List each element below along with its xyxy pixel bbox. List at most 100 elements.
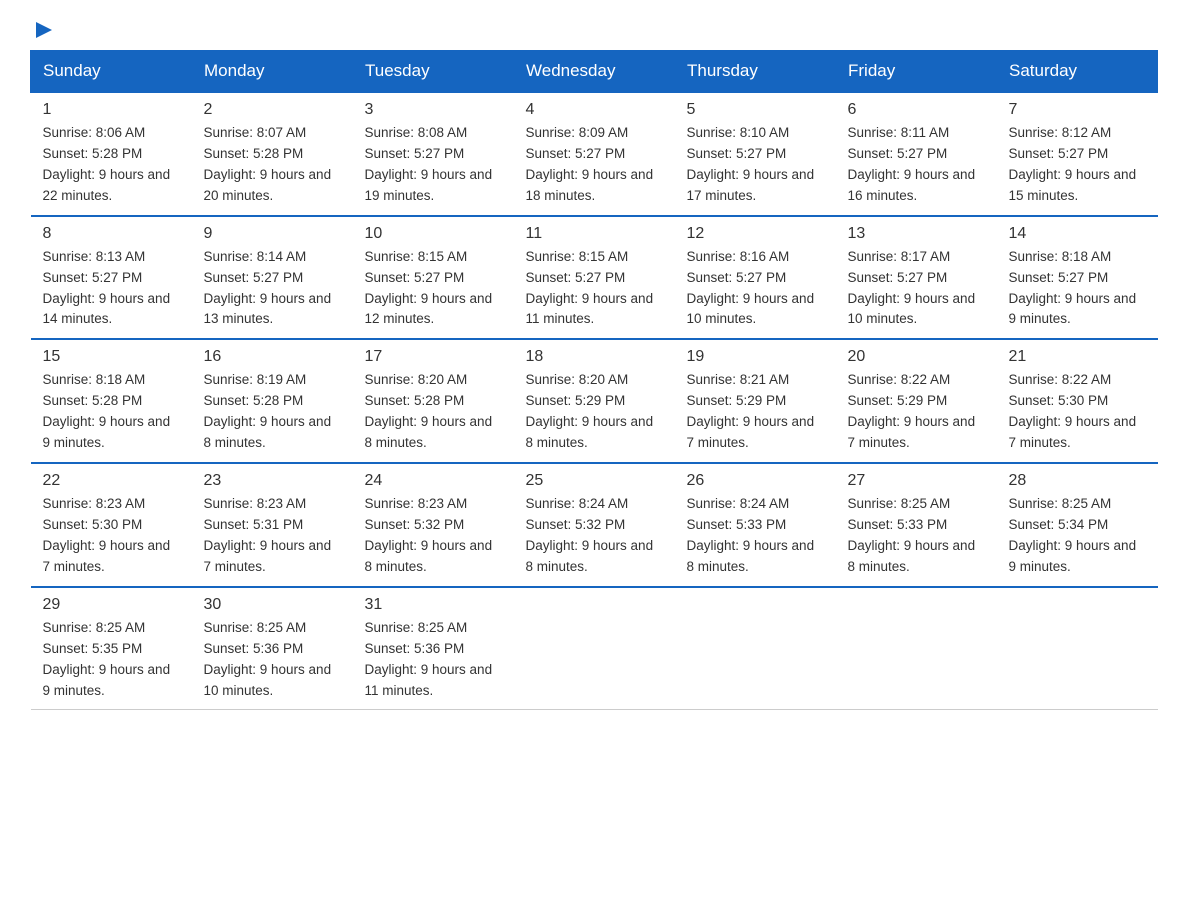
day-detail: Sunrise: 8:25 AMSunset: 5:34 PMDaylight:… — [1009, 494, 1146, 578]
calendar-cell: 8Sunrise: 8:13 AMSunset: 5:27 PMDaylight… — [31, 216, 192, 340]
day-detail: Sunrise: 8:06 AMSunset: 5:28 PMDaylight:… — [43, 123, 180, 207]
day-number: 2 — [204, 101, 341, 119]
day-detail: Sunrise: 8:23 AMSunset: 5:30 PMDaylight:… — [43, 494, 180, 578]
day-detail: Sunrise: 8:25 AMSunset: 5:33 PMDaylight:… — [848, 494, 985, 578]
calendar-cell: 16 Sunrise: 8:19 AMSunset: 5:28 PMDayligh… — [192, 339, 353, 463]
day-number: 13 — [848, 225, 985, 243]
day-number: 7 — [1009, 101, 1146, 119]
calendar-table: SundayMondayTuesdayWednesdayThursdayFrid… — [30, 50, 1158, 710]
day-number: 24 — [365, 472, 502, 490]
day-number: 3 — [365, 101, 502, 119]
day-number: 26 — [687, 472, 824, 490]
day-number: 25 — [526, 472, 663, 490]
day-detail: Sunrise: 8:14 AMSunset: 5:27 PMDaylight:… — [204, 247, 341, 331]
day-number: 27 — [848, 472, 985, 490]
calendar-cell: 28 Sunrise: 8:25 AMSunset: 5:34 PMDayligh… — [997, 463, 1158, 587]
day-detail: Sunrise: 8:20 AMSunset: 5:29 PMDaylight:… — [526, 370, 663, 454]
day-number: 11 — [526, 225, 663, 243]
day-detail: Sunrise: 8:25 AMSunset: 5:36 PMDaylight:… — [204, 618, 341, 702]
calendar-cell: 22Sunrise: 8:23 AMSunset: 5:30 PMDayligh… — [31, 463, 192, 587]
calendar-cell: 19Sunrise: 8:21 AMSunset: 5:29 PMDayligh… — [675, 339, 836, 463]
calendar-cell: 26 Sunrise: 8:24 AMSunset: 5:33 PMDayligh… — [675, 463, 836, 587]
calendar-cell: 5Sunrise: 8:10 AMSunset: 5:27 PMDaylight… — [675, 92, 836, 216]
day-number: 30 — [204, 596, 341, 614]
day-number: 16 — [204, 348, 341, 366]
day-number: 6 — [848, 101, 985, 119]
calendar-cell: 29 Sunrise: 8:25 AMSunset: 5:35 PMDayligh… — [31, 587, 192, 710]
day-number: 12 — [687, 225, 824, 243]
day-number: 21 — [1009, 348, 1146, 366]
calendar-cell — [836, 587, 997, 710]
day-detail: Sunrise: 8:22 AMSunset: 5:29 PMDaylight:… — [848, 370, 985, 454]
day-detail: Sunrise: 8:20 AMSunset: 5:28 PMDaylight:… — [365, 370, 502, 454]
header-saturday: Saturday — [997, 51, 1158, 93]
day-detail: Sunrise: 8:18 AMSunset: 5:28 PMDaylight:… — [43, 370, 180, 454]
day-detail: Sunrise: 8:25 AMSunset: 5:35 PMDaylight:… — [43, 618, 180, 702]
day-detail: Sunrise: 8:22 AMSunset: 5:30 PMDaylight:… — [1009, 370, 1146, 454]
week-row-2: 8Sunrise: 8:13 AMSunset: 5:27 PMDaylight… — [31, 216, 1158, 340]
day-number: 9 — [204, 225, 341, 243]
calendar-cell — [514, 587, 675, 710]
calendar-cell: 4Sunrise: 8:09 AMSunset: 5:27 PMDaylight… — [514, 92, 675, 216]
day-number: 17 — [365, 348, 502, 366]
week-row-5: 29 Sunrise: 8:25 AMSunset: 5:35 PMDayligh… — [31, 587, 1158, 710]
day-number: 8 — [43, 225, 180, 243]
calendar-cell: 11 Sunrise: 8:15 AMSunset: 5:27 PMDayligh… — [514, 216, 675, 340]
day-number: 14 — [1009, 225, 1146, 243]
calendar-cell: 17 Sunrise: 8:20 AMSunset: 5:28 PMDayligh… — [353, 339, 514, 463]
day-detail: Sunrise: 8:16 AMSunset: 5:27 PMDaylight:… — [687, 247, 824, 331]
header-friday: Friday — [836, 51, 997, 93]
day-number: 20 — [848, 348, 985, 366]
header-wednesday: Wednesday — [514, 51, 675, 93]
day-number: 5 — [687, 101, 824, 119]
day-detail: Sunrise: 8:25 AMSunset: 5:36 PMDaylight:… — [365, 618, 502, 702]
calendar-cell: 23Sunrise: 8:23 AMSunset: 5:31 PMDayligh… — [192, 463, 353, 587]
day-number: 15 — [43, 348, 180, 366]
week-row-1: 1Sunrise: 8:06 AMSunset: 5:28 PMDaylight… — [31, 92, 1158, 216]
calendar-cell: 30 Sunrise: 8:25 AMSunset: 5:36 PMDayligh… — [192, 587, 353, 710]
calendar-cell: 31 Sunrise: 8:25 AMSunset: 5:36 PMDayligh… — [353, 587, 514, 710]
calendar-cell — [675, 587, 836, 710]
day-detail: Sunrise: 8:19 AMSunset: 5:28 PMDaylight:… — [204, 370, 341, 454]
day-number: 28 — [1009, 472, 1146, 490]
day-detail: Sunrise: 8:18 AMSunset: 5:27 PMDaylight:… — [1009, 247, 1146, 331]
calendar-cell: 3 Sunrise: 8:08 AMSunset: 5:27 PMDaylight… — [353, 92, 514, 216]
header-tuesday: Tuesday — [353, 51, 514, 93]
calendar-header-row: SundayMondayTuesdayWednesdayThursdayFrid… — [31, 51, 1158, 93]
logo-flag-icon — [32, 20, 56, 44]
calendar-cell: 25 Sunrise: 8:24 AMSunset: 5:32 PMDayligh… — [514, 463, 675, 587]
calendar-cell: 14 Sunrise: 8:18 AMSunset: 5:27 PMDayligh… — [997, 216, 1158, 340]
day-detail: Sunrise: 8:15 AMSunset: 5:27 PMDaylight:… — [526, 247, 663, 331]
calendar-cell: 24Sunrise: 8:23 AMSunset: 5:32 PMDayligh… — [353, 463, 514, 587]
calendar-cell: 1Sunrise: 8:06 AMSunset: 5:28 PMDaylight… — [31, 92, 192, 216]
week-row-3: 15 Sunrise: 8:18 AMSunset: 5:28 PMDayligh… — [31, 339, 1158, 463]
calendar-cell: 9 Sunrise: 8:14 AMSunset: 5:27 PMDaylight… — [192, 216, 353, 340]
calendar-cell: 2 Sunrise: 8:07 AMSunset: 5:28 PMDaylight… — [192, 92, 353, 216]
calendar-cell: 27 Sunrise: 8:25 AMSunset: 5:33 PMDayligh… — [836, 463, 997, 587]
day-detail: Sunrise: 8:08 AMSunset: 5:27 PMDaylight:… — [365, 123, 502, 207]
header-thursday: Thursday — [675, 51, 836, 93]
day-number: 31 — [365, 596, 502, 614]
calendar-cell — [997, 587, 1158, 710]
calendar-cell: 7Sunrise: 8:12 AMSunset: 5:27 PMDaylight… — [997, 92, 1158, 216]
day-detail: Sunrise: 8:23 AMSunset: 5:31 PMDaylight:… — [204, 494, 341, 578]
day-number: 10 — [365, 225, 502, 243]
logo — [30, 20, 56, 40]
day-detail: Sunrise: 8:24 AMSunset: 5:32 PMDaylight:… — [526, 494, 663, 578]
day-detail: Sunrise: 8:17 AMSunset: 5:27 PMDaylight:… — [848, 247, 985, 331]
calendar-cell: 15 Sunrise: 8:18 AMSunset: 5:28 PMDayligh… — [31, 339, 192, 463]
day-detail: Sunrise: 8:24 AMSunset: 5:33 PMDaylight:… — [687, 494, 824, 578]
day-detail: Sunrise: 8:07 AMSunset: 5:28 PMDaylight:… — [204, 123, 341, 207]
calendar-cell: 12 Sunrise: 8:16 AMSunset: 5:27 PMDayligh… — [675, 216, 836, 340]
calendar-cell: 13 Sunrise: 8:17 AMSunset: 5:27 PMDayligh… — [836, 216, 997, 340]
day-number: 29 — [43, 596, 180, 614]
calendar-cell: 10 Sunrise: 8:15 AMSunset: 5:27 PMDayligh… — [353, 216, 514, 340]
calendar-cell: 18Sunrise: 8:20 AMSunset: 5:29 PMDayligh… — [514, 339, 675, 463]
page-header — [30, 20, 1158, 40]
day-number: 4 — [526, 101, 663, 119]
header-sunday: Sunday — [31, 51, 192, 93]
day-number: 19 — [687, 348, 824, 366]
week-row-4: 22Sunrise: 8:23 AMSunset: 5:30 PMDayligh… — [31, 463, 1158, 587]
header-monday: Monday — [192, 51, 353, 93]
day-detail: Sunrise: 8:15 AMSunset: 5:27 PMDaylight:… — [365, 247, 502, 331]
